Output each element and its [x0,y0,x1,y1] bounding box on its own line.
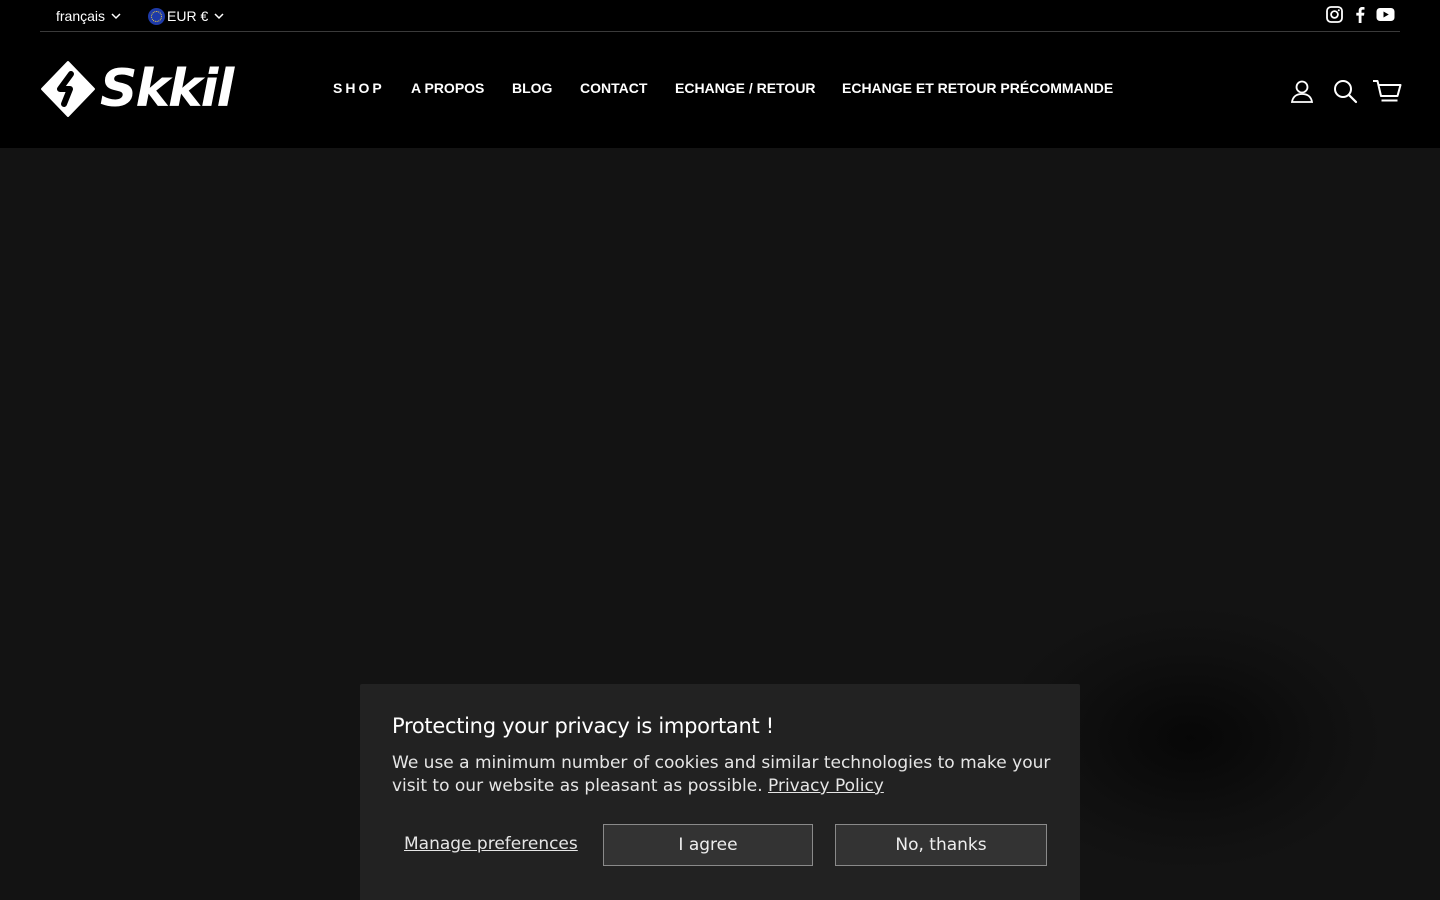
nav-item-shop[interactable]: SHOP [333,80,385,96]
nav-item-contact[interactable]: CONTACT [580,80,647,96]
chevron-down-icon [214,11,224,21]
agree-button[interactable]: I agree [603,824,813,866]
language-selector[interactable]: français [56,6,121,26]
currency-selector[interactable]: EUR € [148,6,224,26]
nav-item-echange-retour-precommande[interactable]: ECHANGE ET RETOUR PRÉCOMMANDE [842,80,1113,96]
chevron-down-icon [111,11,121,21]
manage-preferences-link[interactable]: Manage preferences [404,834,578,854]
nav-item-a-propos[interactable]: A PROPOS [411,80,484,96]
cookie-consent-banner: Protecting your privacy is important ! W… [360,684,1080,900]
nav-item-echange-retour[interactable]: ECHANGE / RETOUR [675,80,816,96]
cookie-banner-title: Protecting your privacy is important ! [392,714,774,738]
site-logo[interactable]: Skkil [40,59,234,119]
search-icon[interactable] [1332,78,1358,104]
facebook-icon[interactable] [1352,6,1369,28]
eu-flag-icon [148,7,165,25]
logo-mark-icon [40,60,96,118]
decline-button[interactable]: No, thanks [835,824,1047,866]
language-label: français [56,8,106,24]
youtube-icon[interactable] [1376,6,1395,28]
logo-wordmark: Skkil [100,59,234,119]
cookie-banner-text: We use a minimum number of cookies and s… [392,752,1052,798]
account-icon[interactable] [1289,78,1315,104]
cookie-banner-body: We use a minimum number of cookies and s… [392,753,1051,796]
nav-item-blog[interactable]: BLOG [512,80,552,96]
instagram-icon[interactable] [1326,6,1343,28]
top-utility-bar: français EUR € [40,0,1400,32]
cart-icon[interactable] [1372,78,1402,104]
currency-label: EUR € [167,8,209,24]
privacy-policy-link[interactable]: Privacy Policy [768,776,884,796]
